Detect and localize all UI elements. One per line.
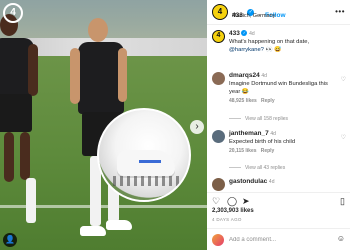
player-center-arm-2 [118,48,127,102]
share-send-icon[interactable]: ➤ [242,196,250,207]
boot-closeup [117,150,175,176]
view-replies-label: View all 158 replies [245,116,288,122]
comment-composer: ☺ [207,228,350,250]
more-options-icon[interactable]: ••• [335,7,345,16]
comment-item: gastondulac 4d [212,178,346,192]
comment-avatar[interactable] [212,178,225,191]
player-left-sock [26,178,36,223]
post-timestamp: 4 DAYS AGO [212,217,242,222]
comment-bubble-icon[interactable]: ◯ [227,196,237,207]
player-left-arm [28,44,38,96]
caption-body: 433 ✓ 4d What's happening on that date, … [229,30,349,54]
comment-username[interactable]: jantheman_7 [229,130,269,137]
post-caption: 4 433 ✓ 4d What's happening on that date… [212,30,346,60]
emoji-picker-icon[interactable]: ☺ [337,234,345,243]
comment-text: Expected birth of his child [229,139,296,145]
caption-text: What's happening on that date, [229,39,310,45]
caption-username[interactable]: 433 [229,30,240,37]
player-left-shorts [0,94,32,132]
caption-header: 433 ✓ 4d [229,30,349,38]
replies-dash [229,118,241,120]
comment-avatar[interactable] [212,72,225,85]
caption-verified-icon: ✓ [241,30,248,37]
view-replies-label: View all 43 replies [245,165,286,171]
caption-mention[interactable]: @harrykane? [229,47,264,53]
comment-text: Imagine Dortmund win Bundesliga this yea… [229,81,328,95]
boot-studs [113,176,183,186]
next-arrow-icon[interactable]: › [190,120,204,134]
post-location[interactable]: Munich, Germany [232,13,275,19]
comment-reply-button[interactable]: Reply [261,98,275,104]
caption-emoji: 👀 😅 [265,47,282,53]
view-replies-link[interactable]: View all 43 replies [229,165,285,171]
player-center-head [88,18,108,42]
caption-avatar[interactable]: 4 [212,30,225,43]
comment-item: dmarqs24 4d Imagine Dortmund win Bundesl… [212,72,346,112]
add-comment-input[interactable] [229,235,327,245]
caption-age: 4d [249,31,255,37]
caption-text-line2: @harrykane? 👀 😅 [229,46,349,54]
post-media[interactable]: 4 › 👤 [0,0,207,250]
comment-meta: 20,115 likes Reply [229,148,334,154]
post-header: 4 433 ✓ • Follow Munich, Germany ••• [207,0,350,25]
player-center-shoe [80,226,106,236]
view-replies-link[interactable]: View all 158 replies [229,116,288,122]
comment-age: 4d [270,131,276,137]
comment-age: 4d [261,73,267,79]
comment-like-heart-icon[interactable]: ♡ [341,134,346,141]
player-center-shoe-2 [106,220,132,230]
comment-reply-button[interactable]: Reply [261,148,275,154]
player-center-arm [70,48,80,104]
save-bookmark-icon[interactable]: ▯ [340,196,345,207]
comment-avatar[interactable] [212,130,225,143]
comment-username[interactable]: dmarqs24 [229,72,260,79]
player-left-leg [4,132,14,182]
comment-likes[interactable]: 20,115 likes [229,148,257,154]
comment-body: jantheman_7 4d Expected birth of his chi… [229,130,334,154]
boot-stripe [139,160,161,163]
comment-likes[interactable]: 48,925 likes [229,98,257,104]
like-heart-icon[interactable]: ♡ [212,196,220,207]
comment-body: dmarqs24 4d Imagine Dortmund win Bundesl… [229,72,334,104]
post-likes-count[interactable]: 2,303,903 likes [212,208,254,214]
comment-username[interactable]: gastondulac [229,178,267,185]
comment-body: gastondulac 4d [229,178,334,186]
watermark-433-logo: 4 [3,3,23,23]
boot-closeup-inset [97,108,191,202]
comment-like-heart-icon[interactable]: ♡ [341,76,346,83]
player-left-leg-2 [20,132,30,180]
comment-item: jantheman_7 4d Expected birth of his chi… [212,130,346,160]
tagged-users-icon[interactable]: 👤 [3,233,17,247]
post-side-panel: 4 433 ✓ • Follow Munich, Germany ••• 4 4… [207,0,350,250]
comment-age: 4d [268,179,275,185]
replies-dash [229,167,241,169]
comment-meta: 48,925 likes Reply [229,98,334,104]
viewer-avatar [212,234,224,246]
author-avatar[interactable]: 4 [212,4,228,20]
post-actions-bar: ♡ ◯ ➤ ▯ [207,192,350,206]
